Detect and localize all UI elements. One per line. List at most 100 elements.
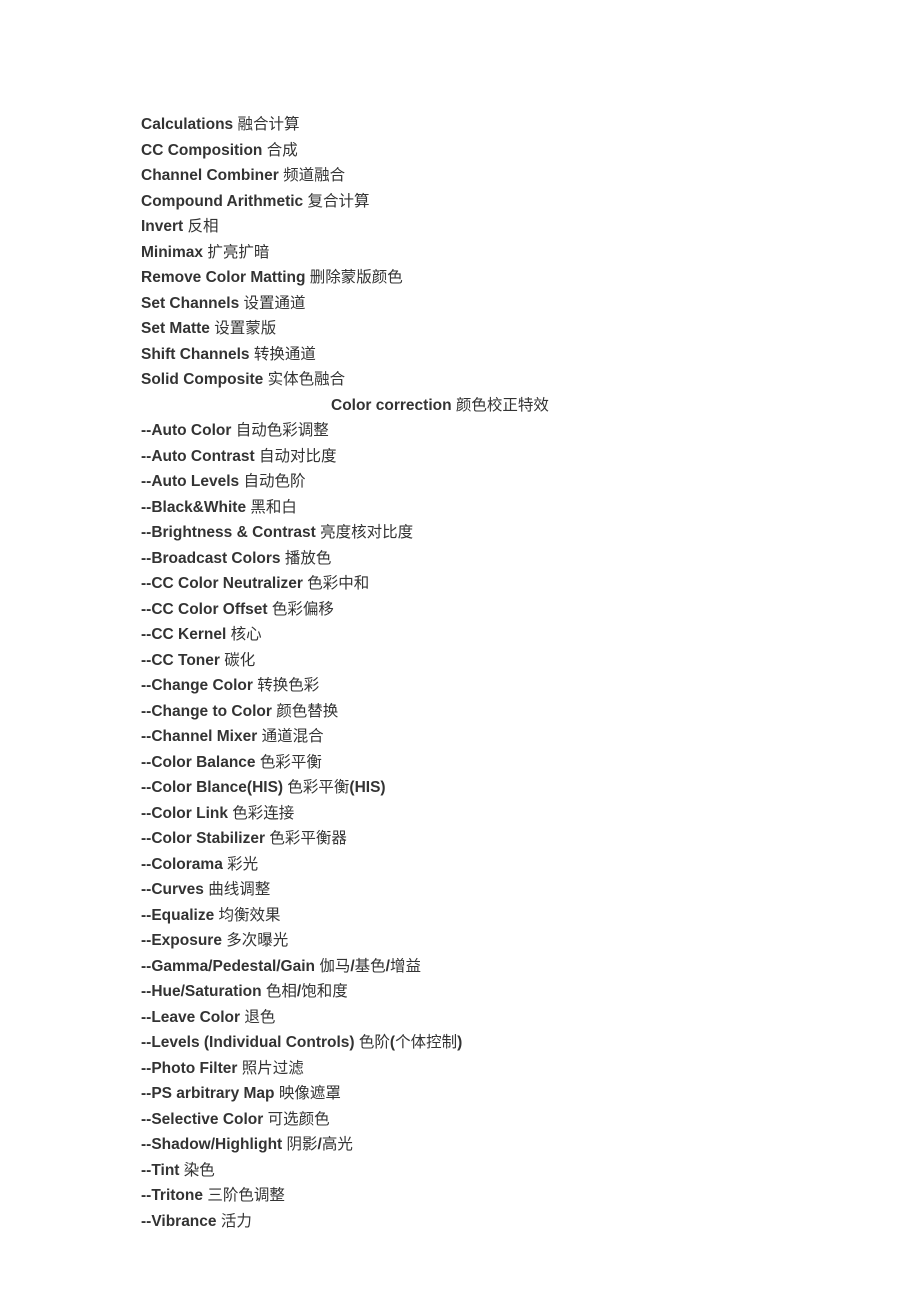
effect-name-zh: 黑和白 [250, 499, 297, 516]
effect-name-zh: 亮度核对比度 [320, 524, 413, 541]
effect-name-zh-part: 阴影 [287, 1136, 318, 1153]
effect-item: --Shadow/Highlight 阴影/高光 [141, 1132, 801, 1158]
effect-name-en: --Auto Color [141, 422, 231, 439]
effect-item: --Change Color 转换色彩 [141, 673, 801, 699]
effect-item: --Color Link 色彩连接 [141, 801, 801, 827]
effect-name-zh-part: 饱和度 [301, 983, 348, 1000]
effect-name-en: --Leave Color [141, 1009, 240, 1026]
effect-name-zh: 色彩平衡 [260, 754, 322, 771]
effect-item: --CC Kernel 核心 [141, 622, 801, 648]
effect-item: --Auto Contrast 自动对比度 [141, 444, 801, 470]
effect-item: Minimax 扩亮扩暗 [141, 240, 801, 266]
effect-name-zh: 退色 [244, 1009, 275, 1026]
effect-name-en: Minimax [141, 244, 203, 261]
effect-item: --Vibrance 活力 [141, 1209, 801, 1235]
effect-name-en: Compound Arithmetic [141, 193, 303, 210]
effect-item: --Selective Color 可选颜色 [141, 1107, 801, 1133]
effect-item: Invert 反相 [141, 214, 801, 240]
effect-name-zh: 均衡效果 [219, 907, 281, 924]
effect-name-zh: 色彩平衡器 [269, 830, 347, 847]
effect-item: --Curves 曲线调整 [141, 877, 801, 903]
effect-item: Set Channels 设置通道 [141, 291, 801, 317]
effect-item: --Auto Levels 自动色阶 [141, 469, 801, 495]
effect-item: --Tritone 三阶色调整 [141, 1183, 801, 1209]
effect-item: --Color Blance(HIS) 色彩平衡(HIS) [141, 775, 801, 801]
effect-item: --Broadcast Colors 播放色 [141, 546, 801, 572]
effect-name-en: --Tint [141, 1162, 179, 1179]
effect-name-zh: 合成 [267, 142, 298, 159]
effect-name-en: --Black&White [141, 499, 246, 516]
effect-name-en: Shift Channels [141, 346, 250, 363]
effect-list-group-2: --Auto Color 自动色彩调整 --Auto Contrast 自动对比度… [141, 418, 801, 1234]
effect-item: --Color Stabilizer 色彩平衡器 [141, 826, 801, 852]
effect-name-en: --Auto Levels [141, 473, 239, 490]
effect-name-zh: 色彩平衡 [287, 779, 349, 796]
effect-item: Solid Composite 实体色融合 [141, 367, 801, 393]
effect-item: --Channel Mixer 通道混合 [141, 724, 801, 750]
effect-name-zh: 转换色彩 [257, 677, 319, 694]
effect-item: --Hue/Saturation 色相/饱和度 [141, 979, 801, 1005]
document-page: Calculations 融合计算 CC Composition 合成 Channe… [0, 0, 801, 1234]
effect-name-zh: 色彩偏移 [272, 601, 334, 618]
effect-name-zh: 映像遮罩 [279, 1085, 341, 1102]
effect-name-en: --Vibrance [141, 1213, 217, 1230]
effect-name-zh-part: 高光 [322, 1136, 353, 1153]
effect-item: --Black&White 黑和白 [141, 495, 801, 521]
effect-name-zh: 颜色替换 [276, 703, 338, 720]
effect-name-zh: 自动色阶 [244, 473, 306, 490]
effect-name-zh: 照片过滤 [242, 1060, 304, 1077]
effect-name-en: --Levels (Individual Controls) [141, 1034, 355, 1051]
effect-item: --Exposure 多次曝光 [141, 928, 801, 954]
effect-list-group-1: Calculations 融合计算 CC Composition 合成 Channe… [141, 112, 801, 393]
effect-name-zh: 实体色融合 [268, 371, 346, 388]
effect-name-zh: 通道混合 [262, 728, 324, 745]
effect-name-en: --Channel Mixer [141, 728, 257, 745]
effect-name-zh: 色彩中和 [307, 575, 369, 592]
effect-name-en: --CC Kernel [141, 626, 226, 643]
effect-item: --Brightness & Contrast 亮度核对比度 [141, 520, 801, 546]
effect-name-en: --Color Stabilizer [141, 830, 265, 847]
effect-name-en: Solid Composite [141, 371, 263, 388]
effect-name-en: --Brightness & Contrast [141, 524, 316, 541]
effect-item: Set Matte 设置蒙版 [141, 316, 801, 342]
effect-name-en: --Broadcast Colors [141, 550, 281, 567]
effect-name-zh: 可选颜色 [268, 1111, 330, 1128]
effect-name-zh: 染色 [184, 1162, 215, 1179]
effect-name-en: Invert [141, 218, 183, 235]
effect-name-zh: 自动对比度 [259, 448, 337, 465]
effect-name-en: --Shadow/Highlight [141, 1136, 282, 1153]
effect-name-zh: 反相 [188, 218, 219, 235]
section-header-zh: 颜色校正特效 [456, 397, 549, 414]
effect-item: --Equalize 均衡效果 [141, 903, 801, 929]
effect-name-zh: 设置通道 [244, 295, 306, 312]
effect-item: --Levels (Individual Controls) 色阶(个体控制) [141, 1030, 801, 1056]
effect-item: --Leave Color 退色 [141, 1005, 801, 1031]
effect-name-zh: 活力 [221, 1213, 252, 1230]
effect-item: CC Composition 合成 [141, 138, 801, 164]
effect-name-en: --Color Link [141, 805, 228, 822]
effect-name-zh: 核心 [231, 626, 262, 643]
effect-name-en: Remove Color Matting [141, 269, 305, 286]
effect-name-en: --Exposure [141, 932, 222, 949]
effect-item: --Color Balance 色彩平衡 [141, 750, 801, 776]
effect-name-en: --Gamma/Pedestal/Gain [141, 958, 315, 975]
effect-name-zh: 扩亮扩暗 [207, 244, 269, 261]
effect-name-en: Channel Combiner [141, 167, 279, 184]
effect-name-zh-part: 伽马 [319, 958, 350, 975]
effect-item: --Tint 染色 [141, 1158, 801, 1184]
effect-item: --CC Toner 碳化 [141, 648, 801, 674]
effect-name-zh: 设置蒙版 [214, 320, 276, 337]
effect-name-en: --CC Color Offset [141, 601, 268, 618]
effect-item: --Change to Color 颜色替换 [141, 699, 801, 725]
effect-name-en: Calculations [141, 116, 233, 133]
effect-name-en: --Color Blance(HIS) [141, 779, 283, 796]
effect-name-zh: 多次曝光 [226, 932, 288, 949]
effect-name-en: --Change to Color [141, 703, 272, 720]
effect-name-zh: 自动色彩调整 [236, 422, 329, 439]
effect-item: --CC Color Neutralizer 色彩中和 [141, 571, 801, 597]
effect-name-en: --CC Toner [141, 652, 220, 669]
effect-name-zh: 融合计算 [237, 116, 299, 133]
effect-name-zh: 转换通道 [254, 346, 316, 363]
effect-name-en: --Curves [141, 881, 204, 898]
effect-item: --Gamma/Pedestal/Gain 伽马/基色/增益 [141, 954, 801, 980]
